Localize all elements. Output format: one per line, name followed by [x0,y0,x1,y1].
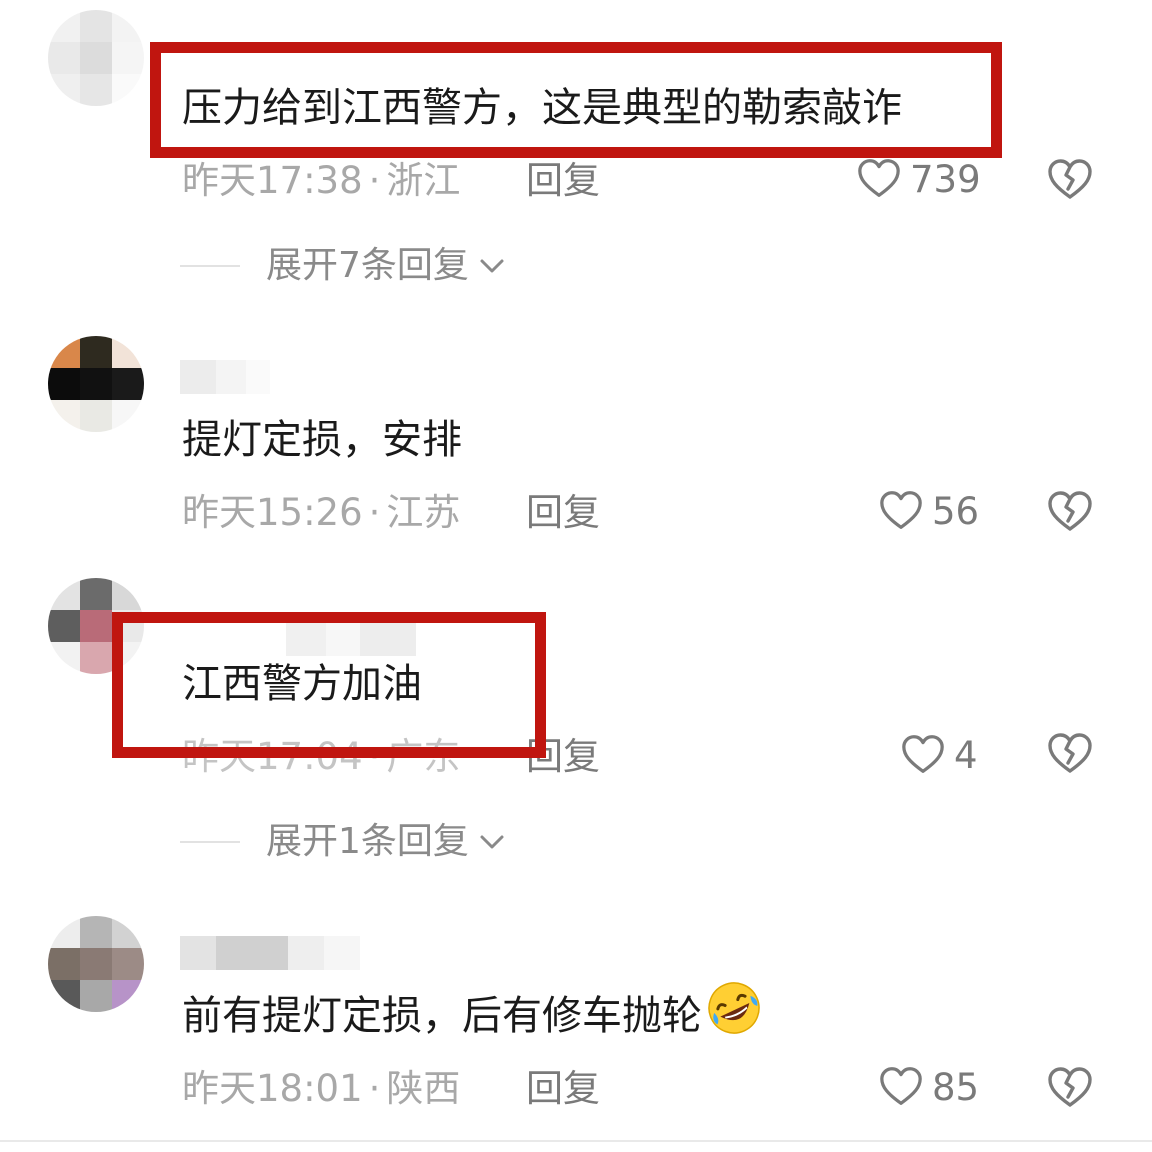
comment-time: 昨天18:01 [182,1067,363,1110]
heart-icon [880,1067,922,1105]
expand-replies-label: 展开1条回复 [266,821,469,862]
username-blurred[interactable] [180,936,360,970]
like-count: 4 [954,733,978,777]
comment-location: 江苏 [386,491,461,534]
comment-text-body: 前有提灯定损，后有修车抛轮 [182,993,702,1039]
broken-heart-icon[interactable] [1046,730,1094,778]
laughing-emoji-icon [708,982,760,1034]
divider-line [180,265,240,267]
expand-replies-button[interactable]: 展开1条回复 [180,824,507,860]
avatar[interactable] [48,336,144,432]
highlight-box [150,42,1002,158]
reply-button[interactable]: 回复 [526,1070,600,1107]
comment-location: 陕西 [386,1067,461,1110]
broken-heart-icon[interactable] [1046,156,1094,204]
comment-time: 昨天17:38 [182,159,363,202]
divider [0,1140,1152,1142]
highlight-box [112,612,546,758]
broken-heart-icon[interactable] [1046,488,1094,536]
like-count: 85 [932,1065,980,1109]
like-button[interactable]: 85 [878,1064,979,1110]
chevron-down-icon [480,259,504,273]
divider-line [180,841,240,843]
avatar[interactable] [48,916,144,1012]
avatar[interactable] [48,10,144,106]
heart-icon [902,735,944,773]
like-button[interactable]: 4 [900,732,978,778]
like-count: 56 [932,489,980,533]
expand-replies-button[interactable]: 展开7条回复 [180,248,507,284]
chevron-down-icon [480,835,504,849]
username-blurred[interactable] [180,360,270,394]
heart-icon [858,159,900,197]
reply-button[interactable]: 回复 [526,494,600,531]
comment-meta: 昨天18:01 · 陕西 [182,1067,461,1110]
broken-heart-icon[interactable] [1046,1064,1094,1112]
like-button[interactable]: 739 [856,156,981,202]
comment-time: 昨天15:26 [182,491,363,534]
comment-location: 浙江 [386,159,461,202]
comment-text: 前有提灯定损，后有修车抛轮 [182,982,764,1039]
like-count: 739 [910,157,981,201]
comment-meta: 昨天17:38 · 浙江 [182,159,461,202]
expand-replies-label: 展开7条回复 [266,245,469,286]
reply-button[interactable]: 回复 [526,162,600,199]
heart-icon [880,491,922,529]
comment-text: 提灯定损，安排 [182,417,462,463]
comment-meta: 昨天15:26 · 江苏 [182,491,461,534]
like-button[interactable]: 56 [878,488,979,534]
